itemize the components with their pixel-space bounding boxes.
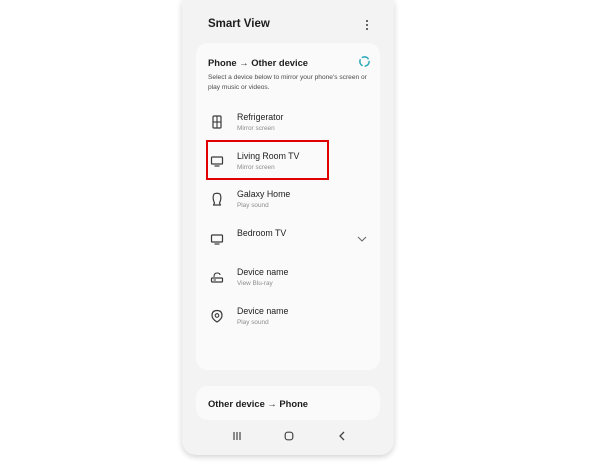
- device-subtitle: Mirror screen: [237, 125, 275, 132]
- bluray-player-icon: [210, 272, 224, 283]
- home-icon[interactable]: [282, 429, 296, 443]
- device-item-bluray[interactable]: Device name View Blu-ray: [196, 265, 380, 297]
- device-subtitle: Play sound: [237, 202, 269, 209]
- device-name: Bedroom TV: [237, 228, 287, 238]
- smart-tag-icon: [211, 309, 223, 323]
- section-description: Select a device below to mirror your pho…: [208, 74, 367, 91]
- section-title: Other device → Phone: [208, 398, 309, 409]
- speaker-icon: [212, 192, 222, 206]
- device-item-galaxy-home[interactable]: Galaxy Home Play sound: [196, 187, 380, 219]
- device-name: Device name: [237, 267, 289, 277]
- back-icon[interactable]: [335, 429, 349, 443]
- phone-screen: Smart View Phone → Other device Select a…: [182, 0, 394, 455]
- device-name: Living Room TV: [237, 151, 300, 161]
- phone-to-device-card: Phone → Other device Select a device bel…: [196, 43, 380, 370]
- device-item-bedroom-tv[interactable]: Bedroom TV: [196, 226, 380, 258]
- device-name: Device name: [237, 306, 289, 316]
- device-item-tag[interactable]: Device name Play sound: [196, 304, 380, 336]
- loading-spinner-icon: [359, 56, 370, 67]
- device-item-refrigerator[interactable]: Refrigerator Mirror screen: [196, 110, 380, 142]
- chevron-down-icon[interactable]: [356, 234, 368, 244]
- navigation-bar: [182, 425, 394, 447]
- tv-icon: [210, 156, 224, 167]
- device-to-phone-card[interactable]: Other device → Phone: [196, 386, 380, 420]
- recents-icon[interactable]: [230, 429, 244, 443]
- device-subtitle: Play sound: [237, 319, 269, 326]
- device-subtitle: View Blu-ray: [237, 280, 273, 287]
- device-name: Galaxy Home: [237, 189, 291, 199]
- device-item-living-room-tv[interactable]: Living Room TV Mirror screen: [196, 149, 380, 181]
- tv-icon: [210, 234, 224, 245]
- device-name: Refrigerator: [237, 112, 284, 122]
- app-title: Smart View: [208, 18, 270, 30]
- section-title: Phone → Other device: [208, 57, 309, 68]
- refrigerator-icon: [212, 115, 222, 129]
- more-vertical-icon[interactable]: [360, 16, 374, 34]
- device-subtitle: Mirror screen: [237, 164, 275, 171]
